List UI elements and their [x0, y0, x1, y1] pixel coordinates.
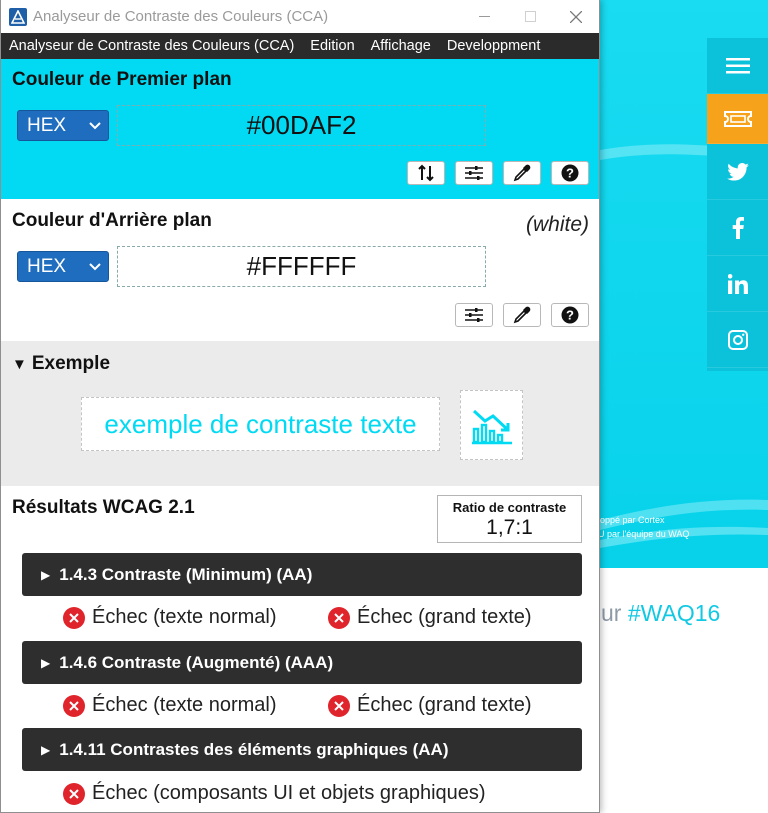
- result-text: Échec (composants UI et objets graphique…: [92, 782, 486, 804]
- chevron-down-icon: [89, 262, 101, 270]
- fail-icon: [63, 782, 85, 805]
- svg-text:?: ?: [566, 308, 574, 323]
- linkedin-icon[interactable]: [707, 256, 768, 312]
- expand-triangle-icon: ▶: [41, 655, 51, 670]
- twitter-icon[interactable]: [707, 144, 768, 200]
- example-title: Exemple: [31, 353, 111, 374]
- foreground-section: Couleur de Premier plan HEX #00DAF2 ?: [1, 59, 599, 199]
- fail-icon: [328, 694, 350, 717]
- minimize-button[interactable]: [461, 0, 507, 33]
- fail-icon: [63, 606, 85, 629]
- contrast-ratio-box: Ratio de contraste 1,7:1: [437, 495, 582, 543]
- result-text: Échec (grand texte): [357, 606, 532, 628]
- sample-graphic-preview: [460, 390, 523, 460]
- criterion-label: 1.4.6 Contraste (Augmenté) (AAA): [59, 652, 334, 672]
- result-text: Échec (texte normal): [92, 606, 277, 628]
- sample-text-preview: exemple de contraste texte: [81, 397, 440, 451]
- criterion-1-4-11[interactable]: ▶ 1.4.11 Contrastes des éléments graphiq…: [22, 728, 582, 771]
- chevron-down-icon: [89, 121, 101, 129]
- swap-colors-button[interactable]: [407, 161, 445, 185]
- ticket-icon[interactable]: [707, 94, 768, 144]
- expand-triangle-icon: ▶: [41, 742, 51, 757]
- results-section: Résultats WCAG 2.1 Ratio de contraste 1,…: [1, 486, 599, 812]
- cca-window: Analyseur de Contraste des Couleurs (CCA…: [0, 0, 600, 813]
- foreground-help-button[interactable]: ?: [551, 161, 589, 185]
- sliders-icon: [465, 166, 483, 180]
- credit-line-1: loppé par Cortex: [598, 515, 665, 525]
- website-credit: loppé par Cortex U par l'équipe du WAQ: [598, 513, 689, 541]
- svg-text:?: ?: [566, 166, 574, 181]
- criterion-label: 1.4.11 Contrastes des éléments graphique…: [59, 739, 449, 759]
- menu-developpment[interactable]: Developpment: [439, 38, 549, 54]
- social-sidebar: [707, 38, 768, 371]
- facebook-icon[interactable]: [707, 200, 768, 256]
- result-text: Échec (grand texte): [357, 694, 532, 716]
- collapse-triangle-icon: ▼: [12, 355, 27, 373]
- eyedropper-icon: [513, 164, 531, 182]
- criterion-label: 1.4.3 Contraste (Minimum) (AA): [59, 564, 313, 584]
- result-1-4-6-normal: Échec (texte normal): [63, 694, 277, 717]
- window-controls: [461, 0, 599, 33]
- foreground-title: Couleur de Premier plan: [12, 69, 232, 90]
- foreground-hex-input[interactable]: #00DAF2: [117, 105, 486, 146]
- chart-graphic-icon: [471, 409, 512, 445]
- background-title: Couleur d'Arrière plan: [12, 210, 212, 231]
- eyedropper-icon: [513, 306, 531, 324]
- menu-hamburger-icon[interactable]: [707, 38, 768, 94]
- contrast-ratio-label: Ratio de contraste: [452, 500, 567, 515]
- foreground-eyedropper-button[interactable]: [503, 161, 541, 185]
- menu-app[interactable]: Analyseur de Contraste des Couleurs (CCA…: [1, 38, 302, 54]
- background-sliders-button[interactable]: [455, 303, 493, 327]
- title-bar: Analyseur de Contraste des Couleurs (CCA…: [1, 0, 599, 33]
- criterion-1-4-3[interactable]: ▶ 1.4.3 Contraste (Minimum) (AA): [22, 553, 582, 596]
- result-1-4-3-normal: Échec (texte normal): [63, 606, 277, 629]
- credit-line-2: U par l'équipe du WAQ: [598, 529, 690, 539]
- fail-icon: [328, 606, 350, 629]
- menu-affichage[interactable]: Affichage: [363, 38, 439, 54]
- foreground-color-row: HEX #00DAF2: [12, 105, 589, 146]
- swap-arrows-icon: [418, 164, 434, 182]
- help-icon: ?: [561, 306, 579, 324]
- background-section: Couleur d'Arrière plan (white) HEX #FFFF…: [1, 199, 599, 341]
- foreground-format-value: HEX: [27, 114, 67, 136]
- background-color-name: (white): [525, 213, 589, 236]
- criterion-1-4-6[interactable]: ▶ 1.4.6 Contraste (Augmenté) (AAA): [22, 641, 582, 684]
- background-help-button[interactable]: ?: [551, 303, 589, 327]
- foreground-format-select[interactable]: HEX: [17, 110, 109, 141]
- app-logo-icon: [9, 7, 27, 26]
- menu-edition[interactable]: Edition: [302, 38, 362, 54]
- contrast-ratio-value: 1,7:1: [486, 516, 533, 539]
- example-section: ▼ Exemple exemple de contraste texte: [1, 341, 599, 486]
- hashtag-link[interactable]: #WAQ16: [628, 600, 720, 626]
- instagram-icon[interactable]: [707, 312, 768, 368]
- menu-bar: Analyseur de Contraste des Couleurs (CCA…: [1, 33, 599, 59]
- hashtag-prefix: ur: [601, 600, 628, 626]
- example-toggle[interactable]: ▼ Exemple: [12, 353, 589, 375]
- maximize-button[interactable]: [507, 0, 553, 33]
- close-button[interactable]: [553, 0, 599, 33]
- result-1-4-3-large: Échec (grand texte): [328, 606, 532, 629]
- expand-triangle-icon: ▶: [41, 567, 51, 582]
- result-1-4-6-large: Échec (grand texte): [328, 694, 532, 717]
- background-tools: ?: [455, 303, 589, 327]
- result-text: Échec (texte normal): [92, 694, 277, 716]
- background-hex-input[interactable]: #FFFFFF: [117, 246, 486, 287]
- results-title: Résultats WCAG 2.1: [12, 497, 195, 518]
- website-hashtag-line: ur #WAQ16: [601, 600, 720, 627]
- background-eyedropper-button[interactable]: [503, 303, 541, 327]
- sliders-icon: [465, 308, 483, 322]
- window-title: Analyseur de Contraste des Couleurs (CCA…: [33, 8, 329, 25]
- help-icon: ?: [561, 164, 579, 182]
- background-format-value: HEX: [27, 255, 67, 277]
- fail-icon: [63, 694, 85, 717]
- foreground-sliders-button[interactable]: [455, 161, 493, 185]
- background-format-select[interactable]: HEX: [17, 251, 109, 282]
- background-color-row: HEX #FFFFFF: [12, 246, 589, 287]
- result-1-4-11-graphics: Échec (composants UI et objets graphique…: [63, 782, 486, 805]
- foreground-tools: ?: [407, 161, 589, 185]
